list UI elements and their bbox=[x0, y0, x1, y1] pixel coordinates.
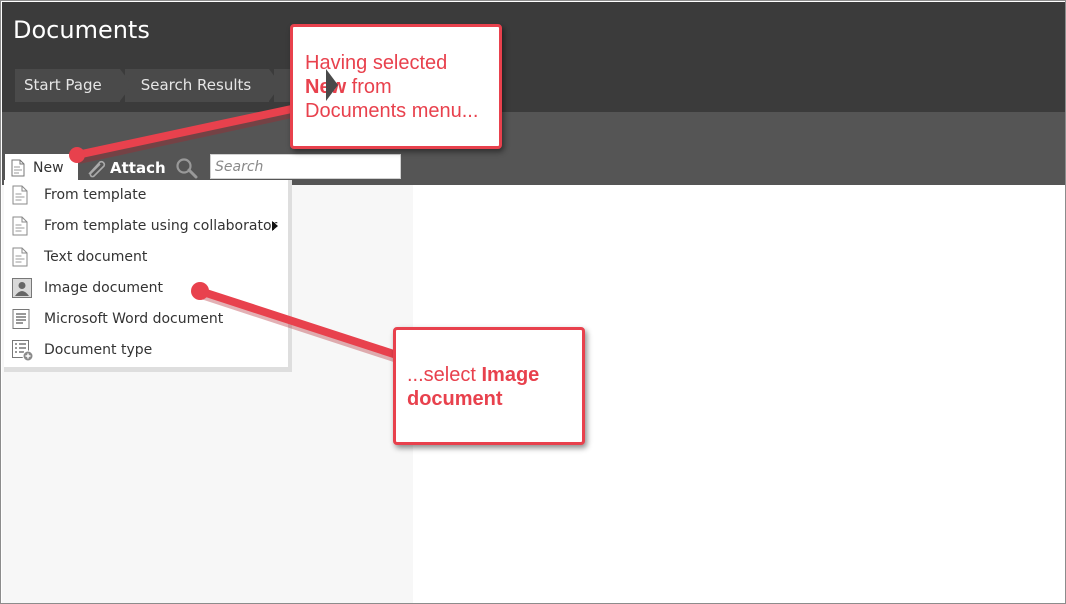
attach-button[interactable]: Attach bbox=[86, 154, 166, 182]
callout-bold-text: document bbox=[407, 388, 503, 410]
callout-text: from bbox=[346, 76, 392, 98]
document-icon bbox=[12, 247, 28, 277]
search-input[interactable] bbox=[210, 154, 401, 179]
callout-text-line: ...select Image bbox=[407, 363, 582, 387]
page-title: Documents bbox=[13, 16, 150, 44]
attach-button-label: Attach bbox=[110, 159, 166, 177]
window-frame: Documents Start Page Search Results Pa N… bbox=[0, 0, 1066, 604]
menu-item-label: Microsoft Word document bbox=[44, 311, 224, 327]
submenu-arrow-icon bbox=[272, 221, 278, 231]
new-button-label: New bbox=[33, 160, 64, 176]
document-type-icon bbox=[12, 340, 34, 372]
menu-item-word-document[interactable]: Microsoft Word document bbox=[10, 305, 286, 333]
callout-text: ...select bbox=[407, 364, 482, 386]
menu-item-document-type[interactable]: Document type bbox=[10, 336, 286, 364]
breadcrumb-search-results[interactable]: Search Results bbox=[124, 69, 282, 102]
menu-item-from-template[interactable]: From template bbox=[10, 181, 286, 209]
image-icon bbox=[12, 278, 32, 308]
document-icon bbox=[12, 216, 28, 246]
annotation-callout-new: Having selected New from Documents menu.… bbox=[290, 24, 502, 149]
menu-item-label: Text document bbox=[44, 249, 148, 265]
callout-text-line: Documents menu... bbox=[305, 100, 479, 122]
menu-item-text-document[interactable]: Text document bbox=[10, 243, 286, 271]
menu-item-image-document[interactable]: Image document bbox=[10, 274, 286, 302]
breadcrumb-start-page[interactable]: Start Page bbox=[15, 69, 132, 102]
breadcrumb: Start Page Search Results Pa bbox=[15, 69, 338, 102]
menu-item-label: From template using collaborator bbox=[44, 218, 278, 234]
menu-item-from-template-collaborator[interactable]: From template using collaborator bbox=[10, 212, 286, 240]
callout-bold-text: Image bbox=[481, 364, 540, 386]
new-dropdown-menu: From template From template using collab… bbox=[4, 180, 292, 372]
document-icon bbox=[12, 185, 28, 215]
word-document-icon bbox=[12, 309, 30, 339]
menu-item-label: From template bbox=[44, 187, 147, 203]
menu-item-label: Image document bbox=[44, 280, 163, 296]
callout-text-line: document bbox=[407, 387, 582, 411]
menu-item-label: Document type bbox=[44, 342, 153, 358]
annotation-callout-image-document: ...select Image document bbox=[393, 327, 585, 445]
header-bar: Documents Start Page Search Results Pa bbox=[2, 2, 1065, 112]
toolbar: New Attach bbox=[2, 112, 1065, 185]
